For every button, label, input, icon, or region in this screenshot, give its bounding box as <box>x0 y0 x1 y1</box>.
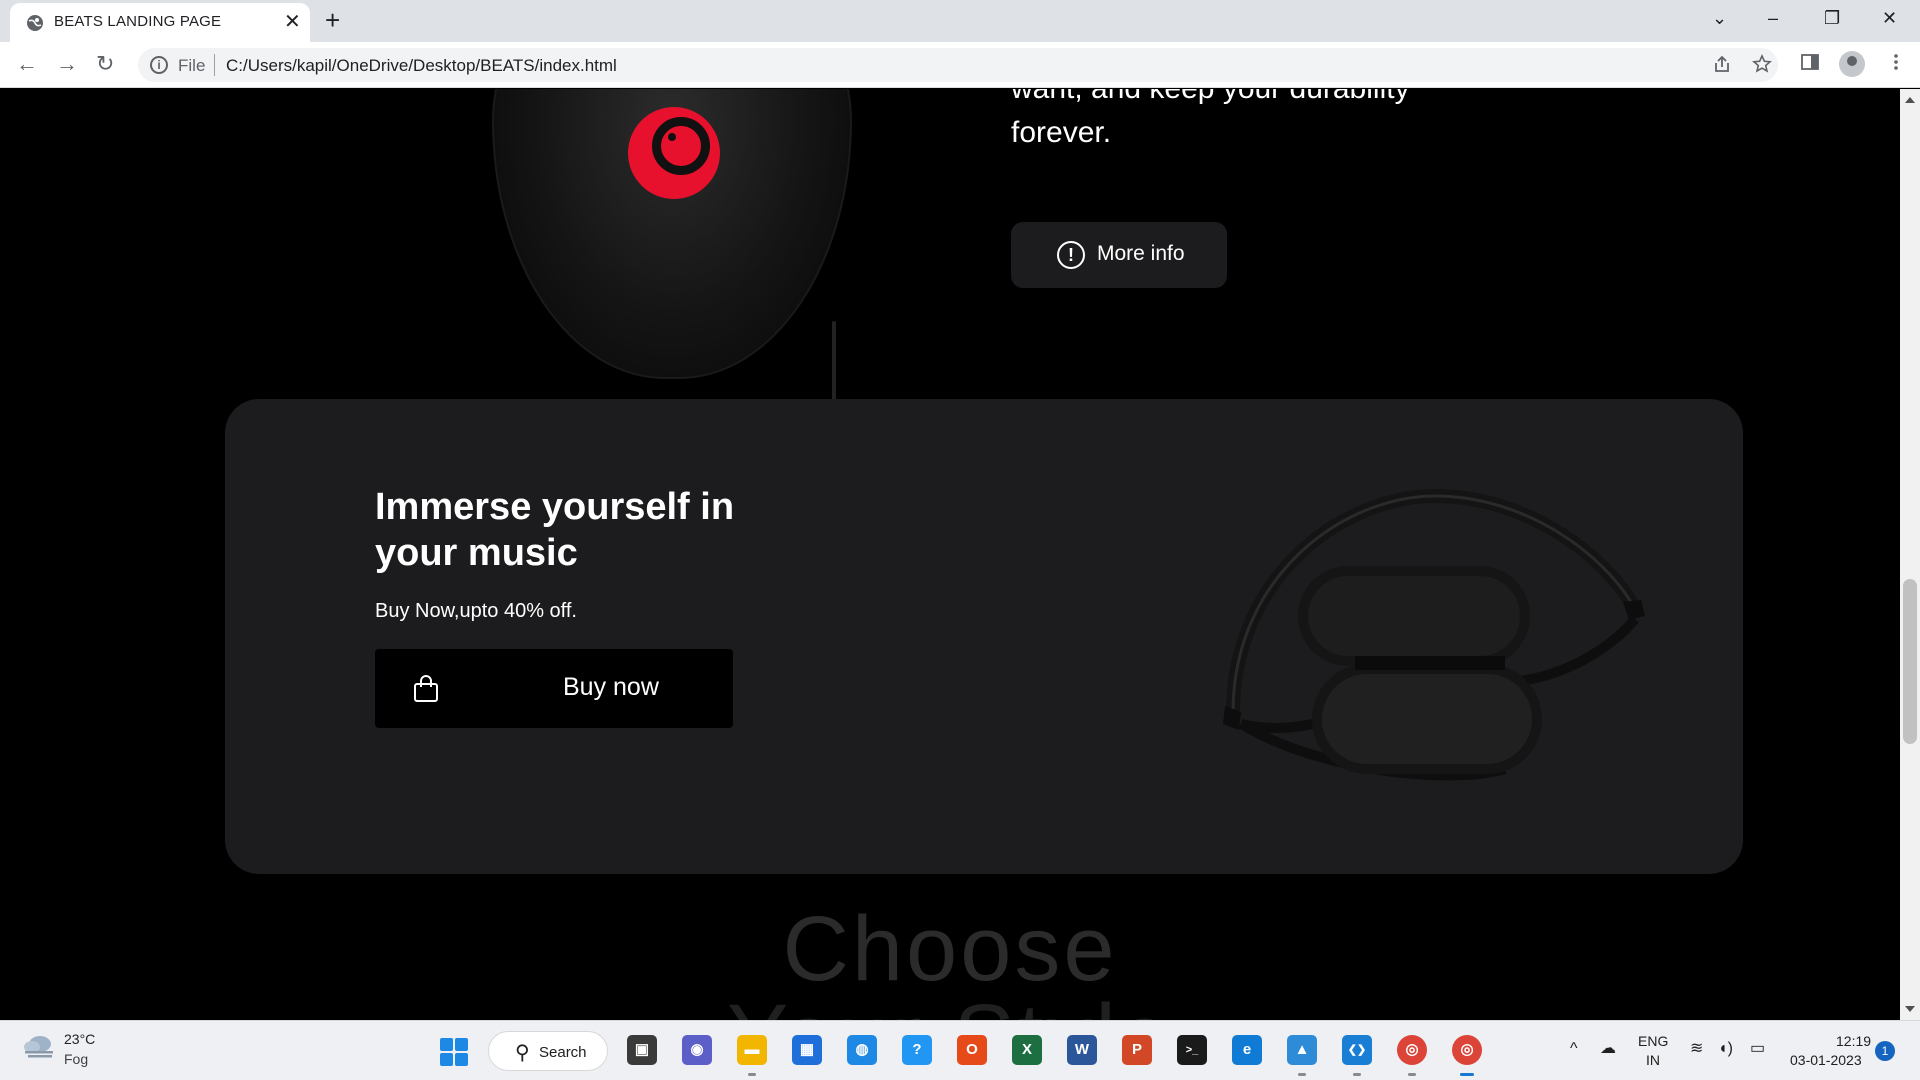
browser-tab[interactable]: BEATS LANDING PAGE ✕ <box>10 3 310 42</box>
url-text[interactable]: C:/Users/kapil/OneDrive/Desktop/BEATS/in… <box>226 56 617 76</box>
minimize-button[interactable]: – <box>1768 8 1778 28</box>
promo-subtext: Buy Now,upto 40% off. <box>375 600 577 622</box>
choose-your-style-heading-line2: Your Style <box>0 989 1900 1020</box>
bookmark-star-icon[interactable] <box>1752 54 1772 74</box>
office-icon[interactable]: O <box>957 1035 987 1065</box>
buy-now-button[interactable]: Buy now <box>375 649 733 728</box>
forward-button[interactable]: → <box>56 52 78 76</box>
info-circle-icon: ! <box>1057 241 1085 269</box>
scrollbar-thumb[interactable] <box>1903 579 1917 744</box>
running-indicator <box>1298 1073 1306 1076</box>
kebab-menu-icon[interactable] <box>1886 52 1906 72</box>
site-info-icon[interactable]: i <box>150 56 168 74</box>
promo-heading: Immerse yourself in your music <box>375 486 735 574</box>
new-tab-button[interactable]: + <box>325 7 340 33</box>
close-window-button[interactable]: ✕ <box>1882 8 1897 28</box>
language-region[interactable]: IN <box>1646 1052 1660 1068</box>
file-explorer-icon[interactable]: ▬ <box>737 1035 767 1065</box>
onedrive-cloud-icon[interactable]: ☁ <box>1600 1039 1616 1059</box>
scroll-down-arrow-icon[interactable] <box>1905 1006 1915 1012</box>
promo-card: Immerse yourself in your music Buy Now,u… <box>225 399 1743 874</box>
url-scheme-label: File <box>178 56 206 75</box>
headphones-image <box>1223 488 1645 781</box>
task-view-icon[interactable]: ▣ <box>627 1035 657 1065</box>
excel-icon[interactable]: X <box>1012 1035 1042 1065</box>
vscode-icon[interactable]: ❮❯ <box>1342 1035 1372 1065</box>
tab-search-icon[interactable]: ⌄ <box>1712 8 1727 28</box>
more-info-button[interactable]: ! More info <box>1011 222 1227 288</box>
language-indicator[interactable]: ENG <box>1638 1033 1668 1049</box>
teams-chat-icon[interactable]: ◉ <box>682 1035 712 1065</box>
restore-button[interactable]: ❐ <box>1824 8 1840 28</box>
running-indicator <box>1353 1073 1361 1076</box>
scroll-up-arrow-icon[interactable] <box>1905 97 1915 103</box>
volume-icon[interactable]: ◖) <box>1718 1039 1733 1059</box>
edge-icon[interactable]: e <box>1232 1035 1262 1065</box>
wifi-icon[interactable]: ≋ <box>1690 1039 1703 1059</box>
powerpoint-icon[interactable]: P <box>1122 1035 1152 1065</box>
address-toolbar: ← → ↻ i File C:/Users/kapil/OneDrive/Des… <box>0 42 1920 88</box>
app-icon[interactable]: ◍ <box>847 1035 877 1065</box>
chrome-active-icon[interactable]: ◎ <box>1452 1035 1482 1065</box>
taskbar: 23°C Fog ⚲ Search ▣ ◉ ▬ ▦ ◍ ? O X W P >_… <box>0 1020 1920 1080</box>
tab-strip: BEATS LANDING PAGE ✕ + ⌄ – ❐ ✕ <box>0 0 1920 42</box>
url-divider <box>214 54 215 76</box>
tab-title: BEATS LANDING PAGE <box>54 13 222 30</box>
photos-icon[interactable]: ▲ <box>1287 1035 1317 1065</box>
notification-badge[interactable]: 1 <box>1875 1041 1895 1061</box>
tab-close-icon[interactable]: ✕ <box>284 12 301 32</box>
taskbar-search-box[interactable]: ⚲ Search <box>488 1031 608 1071</box>
weather-temperature[interactable]: 23°C <box>64 1031 95 1047</box>
side-panel-icon[interactable] <box>1800 52 1820 72</box>
taskbar-search-label: Search <box>539 1044 587 1061</box>
get-help-icon[interactable]: ? <box>902 1035 932 1065</box>
clock-date[interactable]: 03-01-2023 <box>1790 1052 1862 1068</box>
active-indicator <box>1460 1073 1474 1076</box>
address-bar[interactable]: i File C:/Users/kapil/OneDrive/Desktop/B… <box>138 48 1778 82</box>
clock-time[interactable]: 12:19 <box>1836 1033 1871 1049</box>
page-viewport: want, and keep your durability forever. … <box>0 89 1900 1020</box>
running-indicator <box>1408 1073 1416 1076</box>
windows-start-icon[interactable] <box>440 1038 468 1066</box>
page-scrollbar[interactable] <box>1900 89 1920 1020</box>
share-icon[interactable] <box>1712 54 1732 74</box>
weather-description[interactable]: Fog <box>64 1051 88 1067</box>
tray-overflow-chevron-icon[interactable]: ^ <box>1570 1039 1578 1059</box>
profile-avatar[interactable] <box>1839 51 1865 77</box>
choose-your-style-heading: Choose <box>782 898 1118 1000</box>
shopping-bag-icon <box>414 675 438 702</box>
back-button[interactable]: ← <box>16 52 38 76</box>
microsoft-store-icon[interactable]: ▦ <box>792 1035 822 1065</box>
reload-button[interactable]: ↻ <box>96 52 114 76</box>
battery-icon[interactable]: ▭ <box>1750 1039 1765 1059</box>
search-icon: ⚲ <box>515 1042 530 1064</box>
word-icon[interactable]: W <box>1067 1035 1097 1065</box>
buy-now-label: Buy now <box>563 673 659 701</box>
globe-icon <box>27 15 43 31</box>
headphone-cable <box>832 321 836 411</box>
fog-weather-icon[interactable] <box>22 1034 56 1060</box>
more-info-label: More info <box>1097 242 1185 265</box>
terminal-icon[interactable]: >_ <box>1177 1035 1207 1065</box>
intro-text: want, and keep your durability forever. <box>1011 89 1410 149</box>
chrome-icon[interactable]: ◎ <box>1397 1035 1427 1065</box>
beats-logo-icon <box>628 107 720 199</box>
running-indicator <box>748 1073 756 1076</box>
